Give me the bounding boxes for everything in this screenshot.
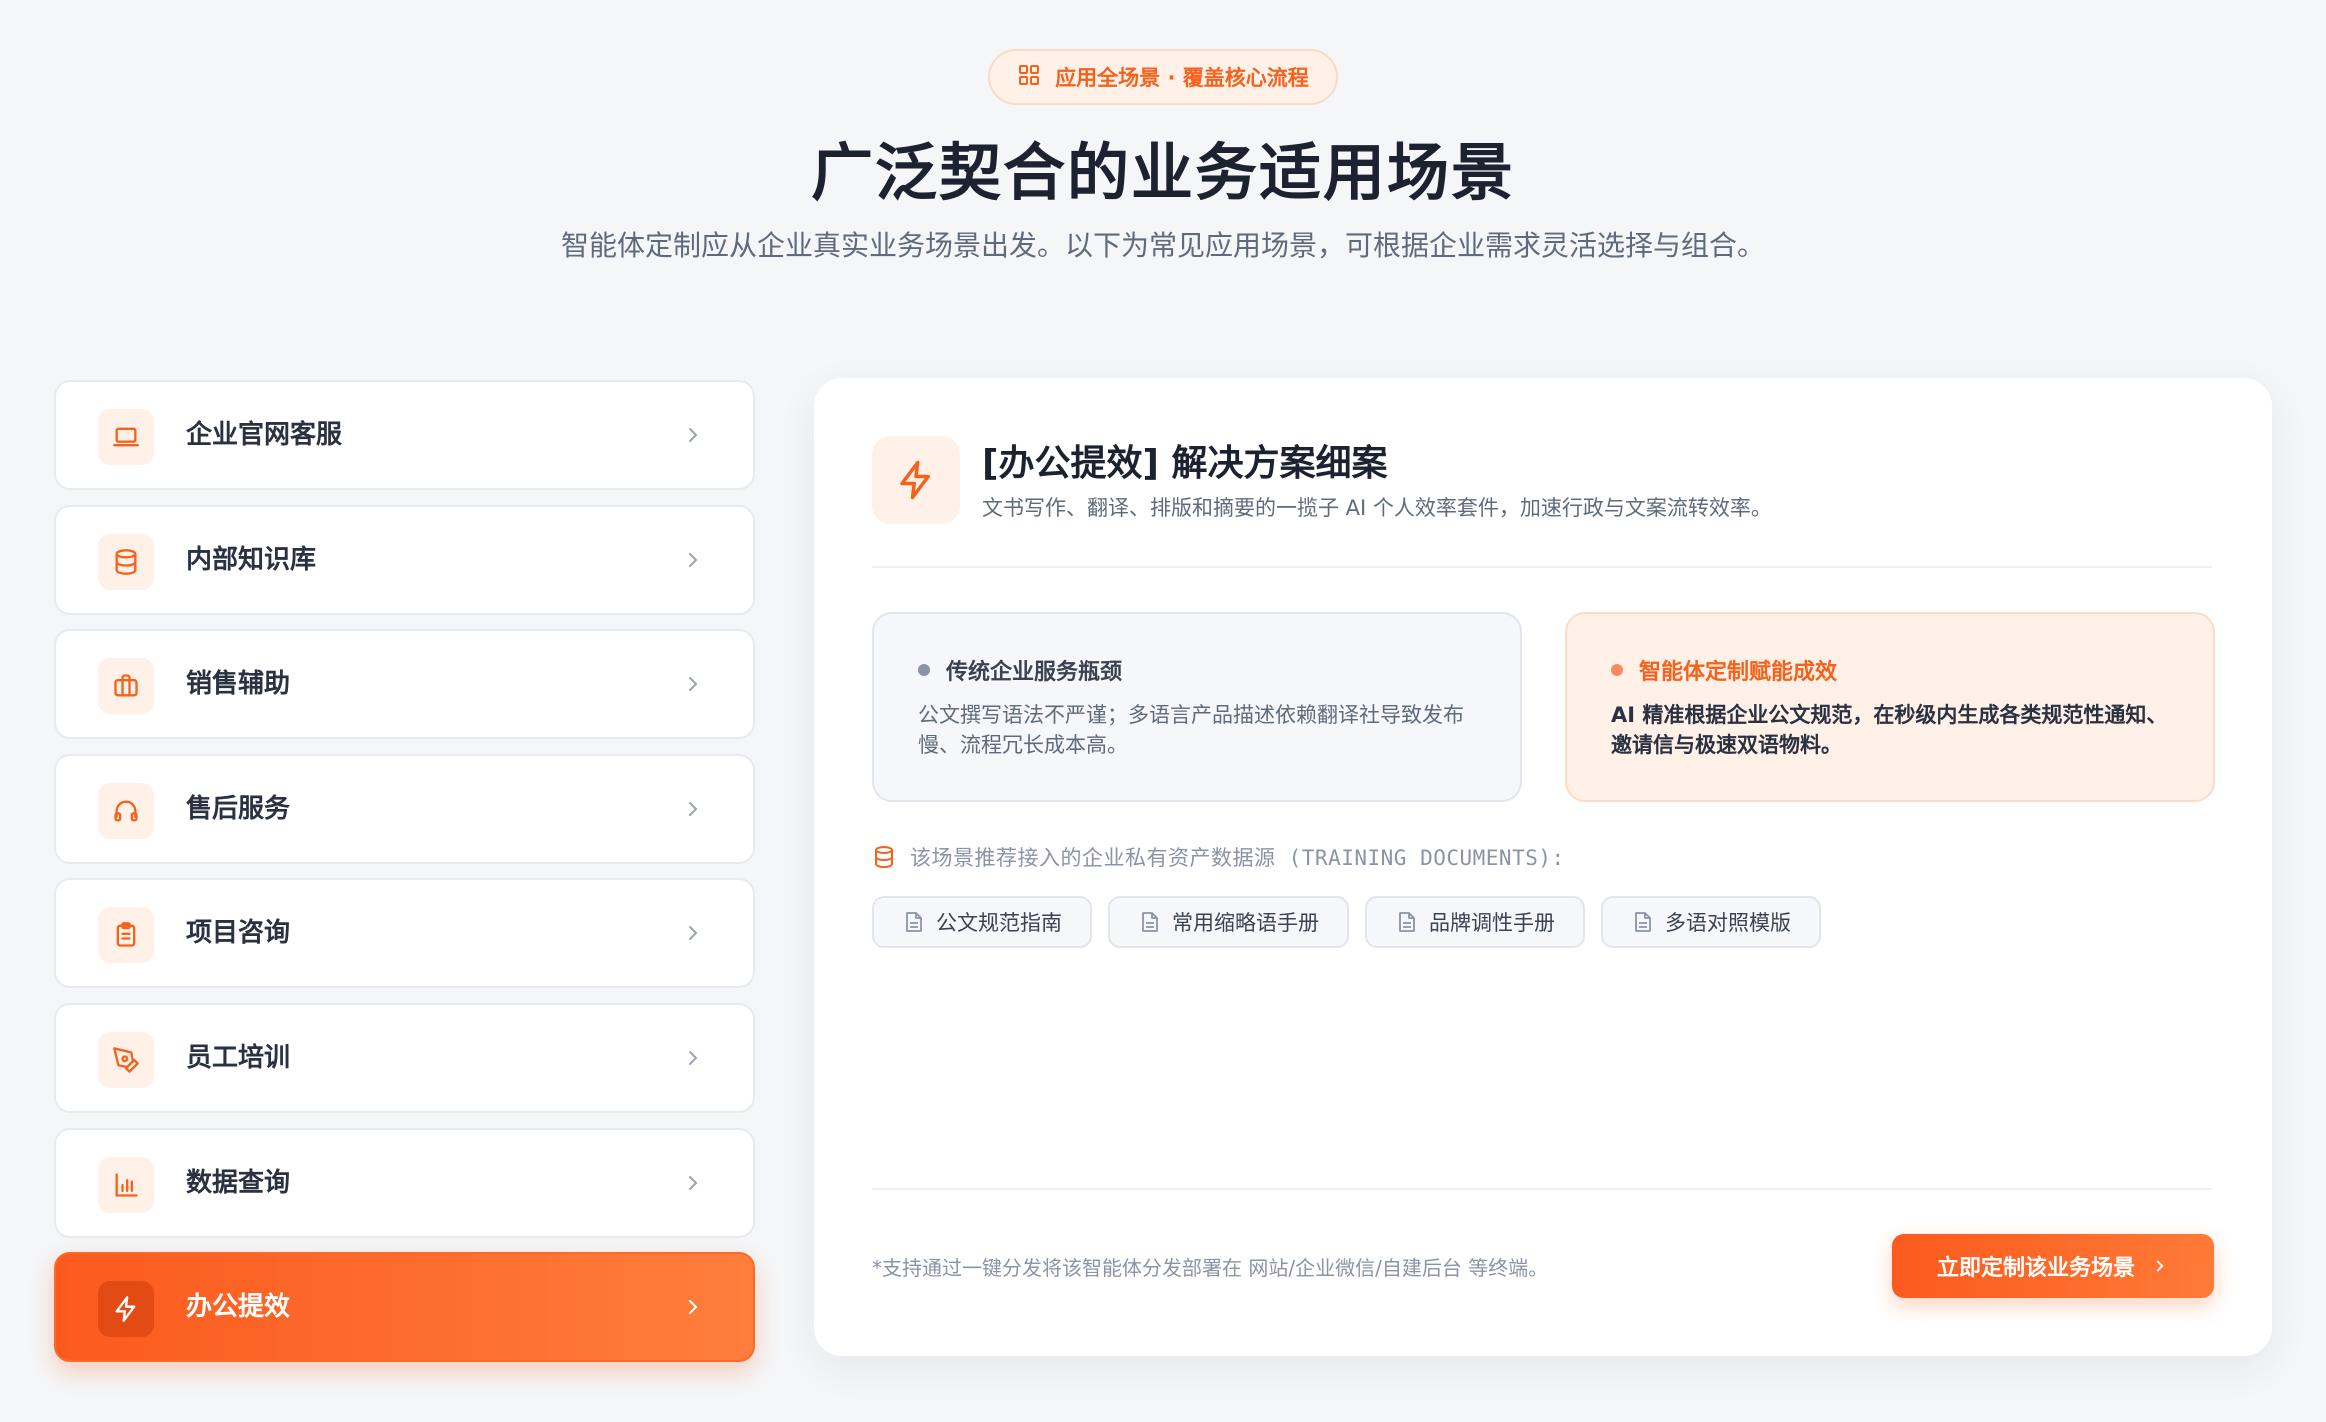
chevron-right-icon [689, 926, 698, 941]
sidebar-item-label: 办公提效 [186, 1292, 291, 1323]
chevron-right-icon [689, 677, 698, 692]
pain-point-title: 传统企业服务瓶颈 [946, 660, 1123, 685]
sidebar-item-knowledge-base[interactable]: 内部知识库 [54, 504, 755, 615]
laptop-icon [98, 409, 154, 465]
sidebar-item-label: 销售辅助 [186, 669, 291, 700]
customize-scenario-button[interactable]: 立即定制该业务场景 [1892, 1234, 2214, 1298]
benefit-box: 智能体定制赋能成效 AI 精准根据企业公文规范，在秒级内生成各类规范性通知、邀请… [1565, 612, 2215, 802]
chevron-right-icon [689, 552, 698, 567]
sidebar-item-label: 售后服务 [186, 793, 291, 824]
file-icon [1635, 912, 1651, 932]
cta-label: 立即定制该业务场景 [1936, 1256, 2135, 1281]
divider [872, 1188, 2212, 1190]
sidebar-item-label: 项目咨询 [186, 918, 291, 949]
sidebar-item-label: 内部知识库 [186, 544, 317, 575]
file-icon [906, 912, 922, 932]
document-chip[interactable]: 公文规范指南 [872, 896, 1092, 948]
document-chip-label: 公文规范指南 [936, 911, 1062, 935]
headphones-icon [98, 782, 154, 839]
detail-description: 文书写作、翻译、排版和摘要的一揽子 AI 个人效率套件，加速行政与文案流转效率。 [982, 496, 1772, 520]
solution-detail-card: [办公提效] 解决方案细案 文书写作、翻译、排版和摘要的一揽子 AI 个人效率套… [814, 378, 2272, 1356]
detail-title: [办公提效] 解决方案细案 [982, 443, 1388, 484]
page-subtitle: 智能体定制应从企业真实业务场景出发。以下为常见应用场景，可根据企业需求灵活选择与… [560, 229, 1765, 262]
clipboard-icon [98, 907, 154, 964]
lightning-icon [98, 1281, 154, 1338]
pain-point-box: 传统企业服务瓶颈 公文撰写语法不严谨；多语言产品描述依赖翻译社导致发布慢、流程冗… [872, 612, 1522, 802]
divider [872, 566, 2212, 568]
status-dot [918, 664, 930, 676]
sidebar-item-label: 数据查询 [186, 1167, 291, 1198]
file-icon [1142, 912, 1158, 932]
chevron-right-icon [689, 1300, 698, 1315]
chevron-right-icon [689, 1175, 698, 1190]
status-dot [1611, 664, 1623, 676]
briefcase-icon [98, 658, 154, 715]
sidebar-item-after-sales[interactable]: 售后服务 [54, 753, 755, 864]
grid-icon [1017, 63, 1041, 92]
document-chip[interactable]: 品牌调性手册 [1365, 896, 1585, 948]
chevron-right-icon [2156, 1260, 2164, 1272]
sidebar-item-office-efficiency[interactable]: 办公提效 [54, 1252, 755, 1363]
document-chip-label: 品牌调性手册 [1429, 911, 1555, 935]
chevron-right-icon [689, 428, 698, 442]
sidebar-item-label: 员工培训 [186, 1042, 291, 1073]
section-badge: 应用全场景 · 覆盖核心流程 [988, 49, 1338, 105]
sidebar-item-employee-training[interactable]: 员工培训 [54, 1002, 755, 1113]
sidebar-item-website-service[interactable]: 企业官网客服 [54, 380, 755, 490]
data-sources-heading: 该场景推荐接入的企业私有资产数据源 (TRAINING DOCUMENTS): [872, 842, 1565, 872]
pain-point-text: 公文撰写语法不严谨；多语言产品描述依赖翻译社导致发布慢、流程冗长成本高。 [918, 703, 1464, 757]
benefit-text: AI 精准根据企业公文规范，在秒级内生成各类规范性通知、邀请信与极速双语物料。 [1611, 703, 2168, 757]
bar-chart-icon [98, 1156, 154, 1213]
chevron-right-icon [689, 1050, 698, 1065]
document-chip[interactable]: 常用缩略语手册 [1108, 896, 1349, 948]
badge-label: 应用全场景 · 覆盖核心流程 [1055, 66, 1309, 90]
lightning-icon [872, 436, 960, 524]
database-icon [98, 533, 154, 590]
chevron-right-icon [689, 801, 698, 816]
sidebar-item-project-consulting[interactable]: 项目咨询 [54, 878, 755, 989]
scenario-sidebar: 企业官网客服 内部知识库 销售辅助 售后服务 项目咨询 员工培训 数据查询 办公… [54, 380, 755, 1377]
benefit-title: 智能体定制赋能成效 [1639, 660, 1838, 685]
sidebar-item-label: 企业官网客服 [186, 420, 343, 450]
pen-tool-icon [98, 1031, 154, 1088]
database-icon [875, 846, 893, 868]
document-chip-list: 公文规范指南 常用缩略语手册 品牌调性手册 多语对照模版 [872, 896, 1821, 948]
sidebar-item-sales-assist[interactable]: 销售辅助 [54, 629, 755, 740]
sidebar-item-data-query[interactable]: 数据查询 [54, 1127, 755, 1238]
page-title: 广泛契合的业务适用场景 [810, 136, 1515, 209]
document-chip-label: 常用缩略语手册 [1172, 911, 1319, 935]
data-sources-label: 该场景推荐接入的企业私有资产数据源 (TRAINING DOCUMENTS): [910, 846, 1565, 870]
document-chip-label: 多语对照模版 [1665, 911, 1791, 935]
document-chip[interactable]: 多语对照模版 [1601, 896, 1821, 948]
deployment-footnote: *支持通过一键分发将该智能体分发部署在 网站/企业微信/自建后台 等终端。 [872, 1256, 1549, 1280]
file-icon [1399, 912, 1415, 932]
